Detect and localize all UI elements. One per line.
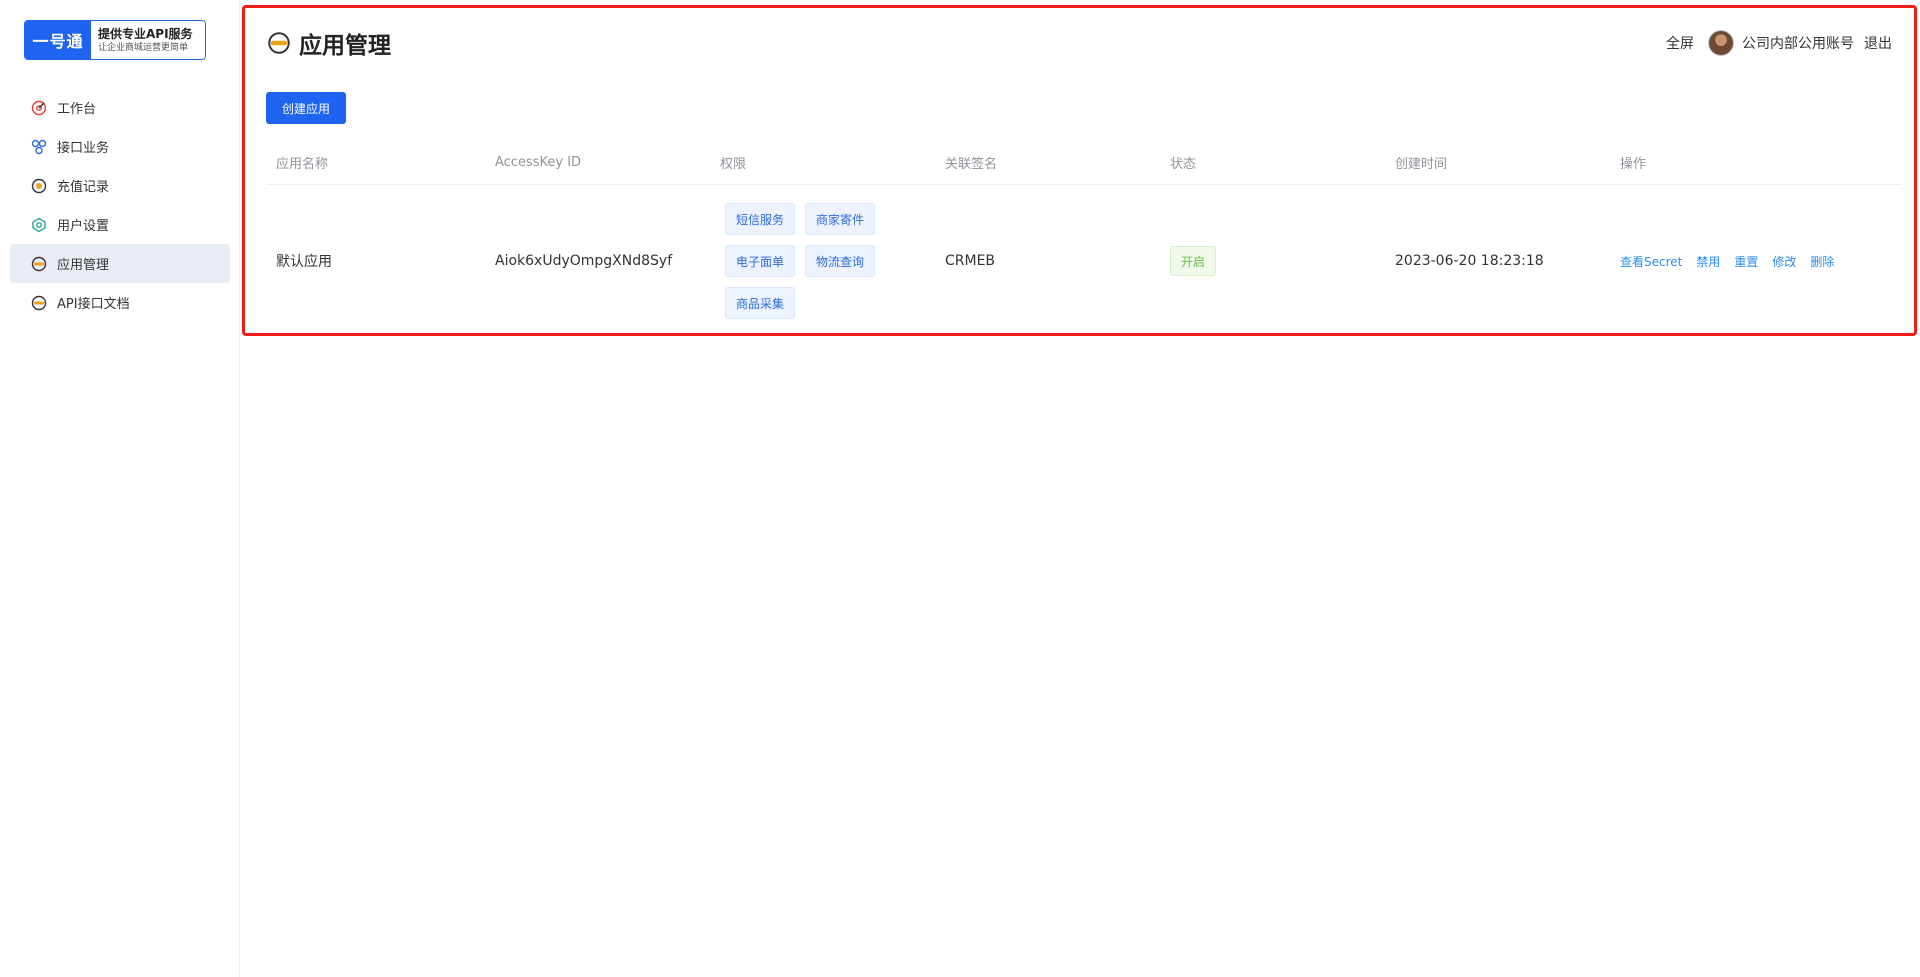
sidebar-item-user-settings[interactable]: 用户设置 bbox=[10, 205, 230, 244]
sidebar: 一号通 提供专业API服务 让企业商城运营更简单 工作台 接口业务 充值记录 用… bbox=[0, 0, 240, 977]
permission-tag: 电子面单 bbox=[725, 245, 795, 277]
page-title: 应用管理 bbox=[267, 26, 391, 60]
column-header: 状态 bbox=[1170, 156, 1197, 172]
status-cell: 开启 bbox=[1170, 246, 1395, 276]
api-business-icon bbox=[30, 138, 48, 156]
sidebar-item-recharge[interactable]: 充值记录 bbox=[10, 166, 230, 205]
app-management-icon bbox=[30, 255, 48, 273]
logo-mark: 一号通 bbox=[25, 21, 91, 59]
sidebar-item-label: 工作台 bbox=[57, 102, 97, 117]
delete-link[interactable]: 删除 bbox=[1810, 253, 1834, 270]
permission-tag: 短信服务 bbox=[725, 203, 795, 235]
page-title-text: 应用管理 bbox=[299, 33, 391, 59]
recharge-icon bbox=[30, 177, 48, 195]
sidebar-item-label: 充值记录 bbox=[57, 180, 110, 195]
column-header: 创建时间 bbox=[1395, 156, 1448, 172]
permission-tag: 物流查询 bbox=[805, 245, 875, 277]
table-row: 默认应用 Aiok6xUdyOmpgXNd8Syf 短信服务 商家寄件 电子面单… bbox=[266, 185, 1902, 337]
permission-tag: 商家寄件 bbox=[805, 203, 875, 235]
user-settings-icon bbox=[30, 216, 48, 234]
app-management-icon bbox=[267, 31, 291, 55]
sidebar-item-api-business[interactable]: 接口业务 bbox=[10, 127, 230, 166]
sidebar-item-api-docs[interactable]: API接口文档 bbox=[10, 283, 230, 322]
column-header: AccessKey ID bbox=[495, 154, 582, 170]
created-at: 2023-06-20 18:23:18 bbox=[1395, 253, 1544, 269]
logo-title: 提供专业API服务 bbox=[98, 27, 193, 41]
app-name: 默认应用 bbox=[276, 254, 332, 270]
app-table: 应用名称 AccessKey ID 权限 关联签名 状态 创建时间 操作 默认应… bbox=[266, 140, 1902, 337]
column-header: 应用名称 bbox=[276, 156, 329, 172]
fullscreen-button[interactable]: 全屏 bbox=[1666, 33, 1694, 53]
brand-logo[interactable]: 一号通 提供专业API服务 让企业商城运营更简单 bbox=[24, 20, 206, 60]
api-doc-icon bbox=[30, 294, 48, 312]
sidebar-item-label: API接口文档 bbox=[57, 297, 130, 312]
logo-text: 提供专业API服务 让企业商城运营更简单 bbox=[91, 21, 205, 59]
sidebar-item-label: 用户设置 bbox=[57, 219, 110, 234]
column-header: 权限 bbox=[720, 156, 747, 172]
avatar[interactable] bbox=[1708, 30, 1734, 56]
account-name[interactable]: 公司内部公用账号 bbox=[1742, 33, 1854, 53]
permissions-cell: 短信服务 商家寄件 电子面单 物流查询 商品采集 bbox=[720, 203, 945, 319]
access-key-id: Aiok6xUdyOmpgXNd8Syf bbox=[495, 253, 673, 269]
sidebar-menu: 工作台 接口业务 充值记录 用户设置 应用管理 API接口文档 bbox=[10, 88, 230, 322]
user-bar: 全屏 公司内部公用账号 退出 bbox=[1666, 30, 1892, 56]
create-app-button[interactable]: 创建应用 bbox=[266, 92, 346, 124]
logo-subtitle: 让企业商城运营更简单 bbox=[98, 43, 189, 53]
dashboard-icon bbox=[30, 99, 48, 117]
view-secret-link[interactable]: 查看Secret bbox=[1620, 253, 1682, 270]
column-header: 关联签名 bbox=[945, 156, 998, 172]
signature: CRMEB bbox=[945, 253, 996, 269]
sidebar-item-label: 应用管理 bbox=[57, 258, 110, 273]
edit-link[interactable]: 修改 bbox=[1772, 253, 1796, 270]
permission-tag: 商品采集 bbox=[725, 287, 795, 319]
column-header: 操作 bbox=[1620, 156, 1647, 172]
sidebar-item-label: 接口业务 bbox=[57, 141, 110, 156]
sidebar-item-app-management[interactable]: 应用管理 bbox=[10, 244, 230, 283]
main-panel: 应用管理 全屏 公司内部公用账号 退出 创建应用 应用名称 AccessKey … bbox=[242, 5, 1917, 336]
table-header: 应用名称 AccessKey ID 权限 关联签名 状态 创建时间 操作 bbox=[266, 140, 1902, 185]
actions-cell: 查看Secret 禁用 重置 修改 删除 bbox=[1620, 253, 1902, 270]
logout-button[interactable]: 退出 bbox=[1864, 33, 1892, 53]
disable-link[interactable]: 禁用 bbox=[1696, 253, 1720, 270]
reset-link[interactable]: 重置 bbox=[1734, 253, 1758, 270]
status-badge: 开启 bbox=[1170, 246, 1216, 276]
sidebar-item-dashboard[interactable]: 工作台 bbox=[10, 88, 230, 127]
